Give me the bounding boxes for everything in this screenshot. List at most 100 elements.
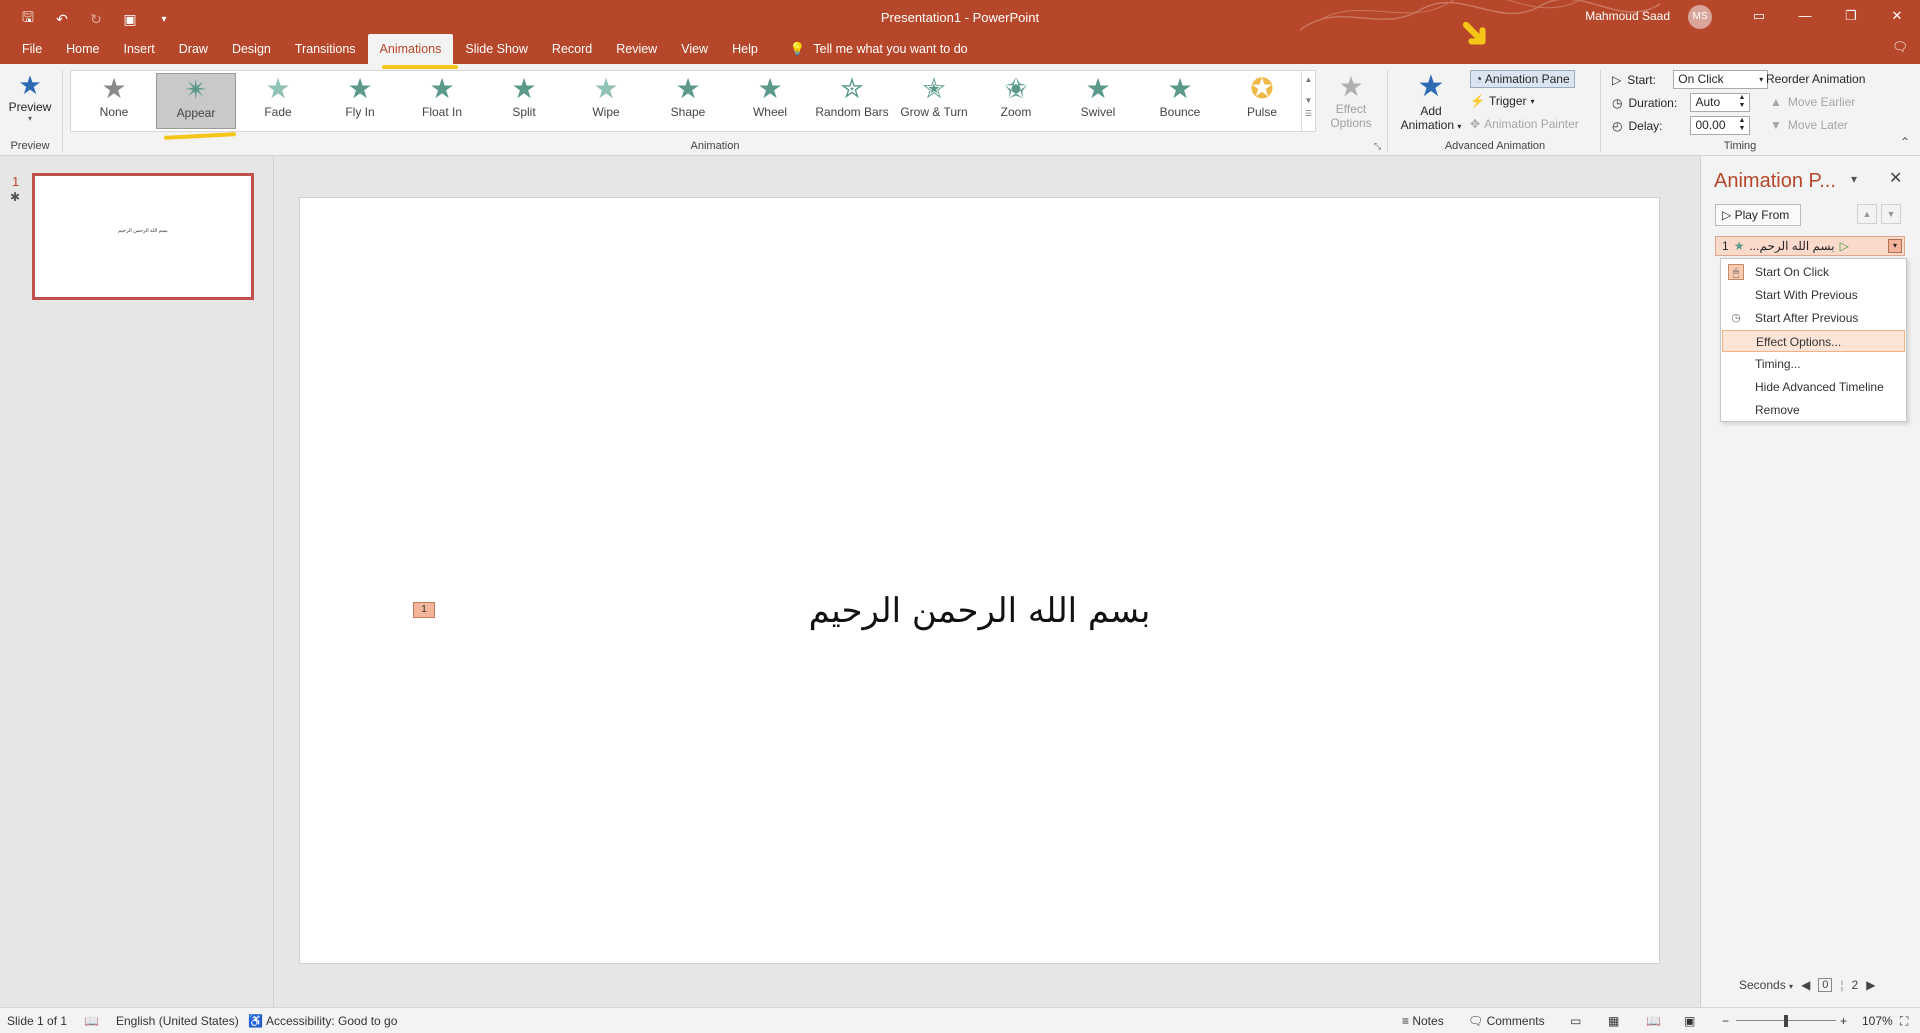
spelling-icon[interactable]: 📖 (84, 1014, 99, 1028)
menu-start-on-click[interactable]: 🖱 Start On Click (1722, 261, 1905, 283)
tab-transitions[interactable]: Transitions (283, 34, 368, 64)
scroll-right-icon[interactable]: ▶ (1866, 978, 1875, 992)
item-dropdown-icon[interactable]: ▾ (1888, 239, 1902, 253)
move-up-icon[interactable]: ▲ (1857, 204, 1877, 224)
gallery-item-zoom[interactable]: ✬ Zoom (976, 73, 1056, 129)
minimize-icon[interactable]: — (1782, 0, 1828, 34)
star-icon: ✮ (840, 73, 864, 104)
menu-start-after-previous[interactable]: ◷ Start After Previous (1722, 307, 1905, 329)
play-from-label: Play From (1734, 208, 1790, 222)
play-from-button[interactable]: ▷ Play From (1715, 204, 1801, 226)
scroll-left-icon[interactable]: ◀ (1801, 978, 1810, 992)
gallery-item-bounce[interactable]: ★ Bounce (1140, 73, 1220, 129)
chevron-down-icon: ▾ (1530, 96, 1535, 106)
move-earlier-button[interactable]: ▲ Move Earlier (1770, 95, 1855, 109)
add-animation-button[interactable]: ★ Add Animation ▾ (1394, 70, 1468, 134)
tab-file[interactable]: File (10, 34, 54, 64)
slide-text-box[interactable]: بسم الله الرحمن الرحيم (300, 591, 1659, 631)
accessibility-status[interactable]: Accessibility: Good to go (266, 1014, 397, 1028)
gallery-item-random-bars[interactable]: ✮ Random Bars (812, 73, 892, 129)
close-icon[interactable]: ✕ (1874, 0, 1920, 34)
zoom-level[interactable]: 107% (1862, 1014, 1893, 1028)
slide-sorter-icon[interactable]: ▦ (1608, 1014, 1619, 1028)
tab-help[interactable]: Help (720, 34, 770, 64)
annotation-underline-animations (382, 65, 458, 69)
close-icon[interactable]: ✕ (1889, 168, 1902, 188)
animation-painter-label: Animation Painter (1484, 117, 1579, 131)
gallery-item-none[interactable]: ★ None (74, 73, 154, 129)
reading-view-icon[interactable]: 📖 (1646, 1014, 1661, 1028)
slide-canvas[interactable]: 1 بسم الله الرحمن الرحيم (299, 197, 1660, 964)
gallery-item-float-in[interactable]: ★ Float In (402, 73, 482, 129)
delay-label: Delay: (1628, 118, 1663, 133)
normal-view-icon[interactable]: ▭ (1570, 1014, 1581, 1028)
gallery-item-appear[interactable]: ✴ Appear (156, 73, 236, 129)
animation-list-item[interactable]: 1 ★ بسم الله الرحم... ▷ ▾ (1715, 236, 1905, 256)
delay-spinner[interactable]: 00.00 ▲ ▼ (1690, 116, 1751, 135)
slide-thumbnail[interactable]: بسم الله الرحمن الرحيم (32, 173, 254, 300)
gallery-item-grow-turn[interactable]: ✭ Grow & Turn (894, 73, 974, 129)
star-icon: ★ (593, 73, 619, 104)
duration-spinner[interactable]: Auto ▲ ▼ (1690, 93, 1751, 112)
animation-painter-button[interactable]: ✥ Animation Painter (1470, 117, 1579, 131)
zoom-in-icon[interactable]: + (1840, 1014, 1847, 1028)
zoom-out-icon[interactable]: − (1722, 1014, 1729, 1028)
effect-options-button[interactable]: ★ Effect Options (1320, 72, 1382, 131)
collapse-ribbon-icon[interactable]: ⌃ (1900, 135, 1910, 149)
language[interactable]: English (United States) (116, 1014, 239, 1028)
tab-draw[interactable]: Draw (167, 34, 220, 64)
gallery-item-split[interactable]: ★ Split (484, 73, 564, 129)
tab-view[interactable]: View (669, 34, 720, 64)
ribbon-display-options-icon[interactable]: ▭ (1736, 0, 1782, 34)
pane-title: Animation P... (1714, 170, 1836, 192)
gallery-item-wipe[interactable]: ★ Wipe (566, 73, 646, 129)
gallery-item-shape[interactable]: ★ Shape (648, 73, 728, 129)
start-dropdown[interactable]: On Click ▾ (1673, 70, 1769, 89)
slideshow-icon[interactable]: ▣ (1684, 1014, 1695, 1028)
effect-options-label-1: Effect (1335, 102, 1367, 116)
user-name[interactable]: Mahmoud Saad (1585, 9, 1670, 23)
tab-review[interactable]: Review (604, 34, 669, 64)
tab-animations[interactable]: Animations (367, 34, 454, 64)
add-animation-label-2: Animation (1400, 118, 1454, 132)
avatar[interactable]: MS (1688, 5, 1712, 29)
gallery-scrollbar[interactable]: ▲ ▼ ☰ (1301, 71, 1315, 131)
menu-timing[interactable]: Timing... (1722, 353, 1905, 375)
move-down-icon[interactable]: ▼ (1881, 204, 1901, 224)
preview-button[interactable]: ★ Preview ▾ (6, 70, 54, 123)
move-later-label: Move Later (1787, 118, 1848, 132)
tab-record[interactable]: Record (540, 34, 604, 64)
tab-slide-show[interactable]: Slide Show (453, 34, 540, 64)
gallery-item-wheel[interactable]: ★ Wheel (730, 73, 810, 129)
zoom-slider-thumb[interactable] (1784, 1015, 1788, 1027)
tab-insert[interactable]: Insert (112, 34, 167, 64)
animation-pane-button[interactable]: ◔ Animation Pane (1470, 70, 1575, 88)
trigger-button[interactable]: ⚡ Trigger ▾ (1470, 94, 1535, 108)
tell-me-search[interactable]: 💡 Tell me what you want to do (784, 42, 974, 57)
comments-button[interactable]: 🗨 Comments (1468, 1014, 1545, 1028)
gallery-item-fly-in[interactable]: ★ Fly In (320, 73, 400, 129)
menu-remove[interactable]: Remove (1722, 399, 1905, 421)
gallery-item-swivel[interactable]: ★ Swivel (1058, 73, 1138, 129)
tab-design[interactable]: Design (220, 34, 283, 64)
gallery-item-fade[interactable]: ★ Fade (238, 73, 318, 129)
notes-button[interactable]: ≡ Notes (1402, 1014, 1444, 1028)
clock-icon: ◷ (1612, 95, 1623, 110)
dialog-launcher-icon[interactable]: ⤡ (1374, 141, 1381, 152)
move-later-button[interactable]: ▼ Move Later (1770, 118, 1848, 132)
gallery-item-pulse[interactable]: ✪ Pulse (1222, 73, 1302, 129)
pane-options-icon[interactable]: ▾ (1851, 172, 1857, 186)
timeline-start: 0 (1818, 978, 1833, 992)
comments-icon[interactable]: 🗨 (1892, 40, 1908, 55)
chevron-down-icon: ▾ (1789, 982, 1794, 991)
animation-pane-icon: ◔ (1475, 72, 1483, 86)
menu-effect-options[interactable]: Effect Options... (1722, 330, 1905, 352)
effect-options-label-2: Options (1330, 116, 1372, 130)
menu-label: Remove (1755, 403, 1800, 417)
restore-icon[interactable]: ❐ (1828, 0, 1874, 34)
menu-start-with-previous[interactable]: Start With Previous (1722, 284, 1905, 306)
seconds-dropdown[interactable]: Seconds ▾ (1739, 978, 1793, 992)
menu-hide-advanced-timeline[interactable]: Hide Advanced Timeline (1722, 376, 1905, 398)
fit-to-window-icon[interactable]: ⛶ (1900, 1014, 1908, 1029)
tab-home[interactable]: Home (54, 34, 111, 64)
